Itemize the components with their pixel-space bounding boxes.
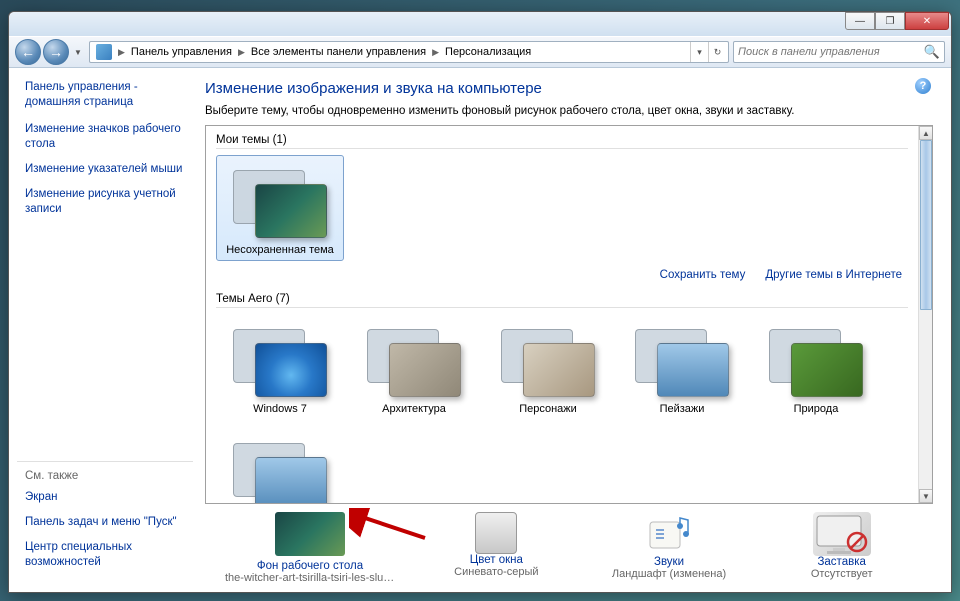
page-title: Изменение изображения и звука на компьют… (205, 80, 933, 97)
theme-unsaved[interactable]: Несохраненная тема (216, 155, 344, 261)
sidebar-link-mouse-pointers[interactable]: Изменение указателей мыши (25, 162, 193, 177)
chevron-right-icon: ▶ (116, 47, 127, 58)
main-panel: ? Изменение изображения и звука на компь… (201, 68, 951, 592)
theme-characters[interactable]: Персонажи (484, 314, 612, 420)
control-panel-icon (96, 44, 112, 60)
theme-label: Персонажи (519, 403, 577, 415)
breadcrumb-personalization[interactable]: Персонализация (441, 46, 535, 58)
sidebar-link-account-picture[interactable]: Изменение рисунка учетной записи (25, 187, 193, 217)
see-also-section: См. также Экран Панель задач и меню "Пус… (17, 461, 193, 580)
scroll-down-button[interactable]: ▼ (919, 489, 933, 503)
more-themes-link[interactable]: Другие темы в Интернете (765, 269, 902, 281)
nav-back-button[interactable]: ← (15, 39, 41, 65)
bottom-label: Цвет окна (470, 554, 523, 566)
search-input[interactable] (738, 46, 924, 58)
breadcrumb-all-items[interactable]: Все элементы панели управления (247, 46, 430, 58)
theme-label: Природа (794, 403, 839, 415)
desktop-background-button[interactable]: Фон рабочего стола the-witcher-art-tsiri… (225, 512, 395, 584)
bottom-sub: the-witcher-art-tsirilla-tsiri-les-sluc.… (225, 572, 395, 584)
bottom-label: Звуки (654, 556, 684, 568)
titlebar: — ❐ ✕ (9, 12, 951, 36)
sounds-icon (644, 512, 694, 556)
sidebar-link-taskbar[interactable]: Панель задач и меню "Пуск" (25, 515, 193, 530)
screensaver-icon (813, 512, 871, 556)
scroll-up-button[interactable]: ▲ (919, 126, 933, 140)
nav-history-dropdown[interactable]: ▼ (71, 41, 85, 63)
sidebar-link-ease-of-access[interactable]: Центр специальных возможностей (25, 540, 193, 570)
nav-arrows: ← → ▼ (15, 39, 85, 65)
theme-windows7[interactable]: Windows 7 (216, 314, 344, 420)
bottom-label: Фон рабочего стола (257, 560, 363, 572)
sidebar-link-display[interactable]: Экран (25, 490, 193, 505)
window-color-button[interactable]: Цвет окна Синевато-серый (425, 512, 568, 584)
breadcrumb[interactable]: ▶ Панель управления ▶ Все элементы панел… (89, 41, 729, 63)
maximize-button[interactable]: ❐ (875, 12, 905, 30)
breadcrumb-dropdown[interactable]: ▾ (690, 42, 708, 62)
minimize-button[interactable]: — (845, 12, 875, 30)
theme-label: Архитектура (382, 403, 446, 415)
save-theme-link[interactable]: Сохранить тему (660, 269, 746, 281)
theme-landscapes[interactable]: Пейзажи (618, 314, 746, 420)
window-color-icon (475, 512, 517, 554)
bottom-sub: Отсутствует (770, 568, 913, 580)
scroll-thumb[interactable] (920, 140, 932, 310)
search-box[interactable]: 🔍 (733, 41, 945, 63)
sidebar-home-link[interactable]: Панель управления - домашняя страница (25, 80, 193, 110)
refresh-button[interactable]: ↻ (708, 42, 726, 62)
bottom-sub: Синевато-серый (425, 566, 568, 578)
theme-label: Windows 7 (253, 403, 307, 415)
close-button[interactable]: ✕ (905, 12, 949, 30)
theme-nature[interactable]: Природа (752, 314, 880, 420)
sidebar-link-desktop-icons[interactable]: Изменение значков рабочего стола (25, 122, 193, 152)
themes-list: Мои темы (1) Несохраненная тема Сохранит… (205, 125, 933, 504)
theme-partial-row2[interactable] (216, 428, 344, 503)
window-controls: — ❐ ✕ (845, 12, 949, 30)
sidebar: Панель управления - домашняя страница Из… (9, 68, 201, 592)
settings-row: Фон рабочего стола the-witcher-art-tsiri… (205, 504, 933, 588)
theme-label: Пейзажи (660, 403, 705, 415)
section-aero-themes: Темы Aero (7) (216, 289, 908, 308)
navigation-bar: ← → ▼ ▶ Панель управления ▶ Все элементы… (9, 36, 951, 68)
help-icon[interactable]: ? (915, 78, 931, 94)
section-my-themes: Мои темы (1) (216, 130, 908, 149)
see-also-title: См. также (25, 470, 193, 482)
sounds-button[interactable]: Звуки Ландшафт (изменена) (598, 512, 741, 584)
chevron-right-icon: ▶ (430, 47, 441, 58)
scrollbar[interactable]: ▲ ▼ (918, 126, 932, 503)
nav-forward-button[interactable]: → (43, 39, 69, 65)
chevron-right-icon: ▶ (236, 47, 247, 58)
theme-label: Несохраненная тема (226, 244, 334, 256)
content-area: Панель управления - домашняя страница Из… (9, 68, 951, 592)
screensaver-button[interactable]: Заставка Отсутствует (770, 512, 913, 584)
personalization-window: — ❐ ✕ ← → ▼ ▶ Панель управления ▶ Все эл… (8, 11, 952, 593)
page-subtitle: Выберите тему, чтобы одновременно измени… (205, 105, 933, 117)
bottom-label: Заставка (817, 556, 865, 568)
breadcrumb-control-panel[interactable]: Панель управления (127, 46, 236, 58)
search-icon: 🔍 (924, 44, 940, 60)
wallpaper-preview-icon (275, 512, 345, 556)
theme-architecture[interactable]: Архитектура (350, 314, 478, 420)
bottom-sub: Ландшафт (изменена) (598, 568, 741, 580)
